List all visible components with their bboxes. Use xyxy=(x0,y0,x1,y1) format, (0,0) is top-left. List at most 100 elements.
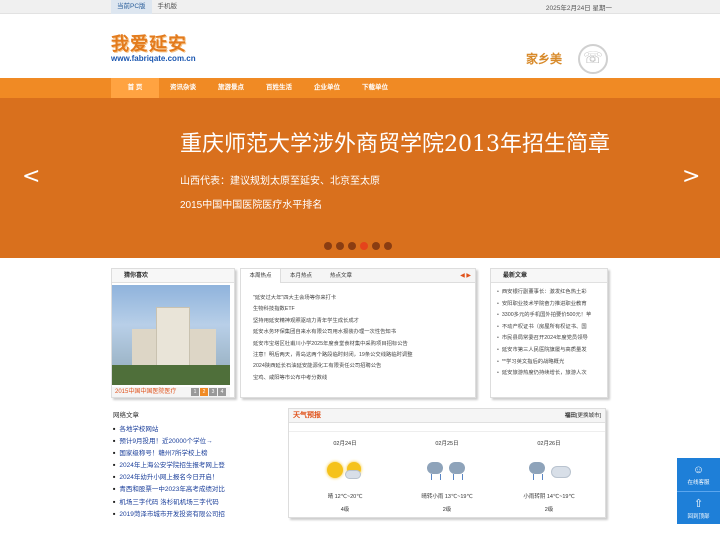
chat-icon: ☺ xyxy=(692,464,705,476)
nav-companies[interactable]: 企业单位 xyxy=(303,78,351,98)
pc-version-link[interactable]: 当前PC版 xyxy=(111,0,152,14)
slider-dot-1[interactable] xyxy=(324,242,332,250)
latest-articles-list: 西安银行副董事长：激发红色热土彩 安阳职业技术学院奋力推进职业教育 3300多元… xyxy=(497,287,605,380)
list-item[interactable]: 延安旅游热度仍持续增长，旅游人次 xyxy=(497,368,605,380)
nav-travel[interactable]: 旅游景点 xyxy=(207,78,255,98)
weather-forecast: 02月24日 晴 12℃~20℃ 4级 02月25日 晴转小雨 13℃~19℃ … xyxy=(289,431,605,513)
slider-dots xyxy=(324,242,392,250)
list-item[interactable]: 生物科技指数ETF xyxy=(253,304,465,315)
site-url: www.fabriqate.com.cn xyxy=(111,54,196,63)
list-item[interactable]: 2024年上海公安学院招生报考网上登 xyxy=(113,459,283,471)
rain-icon xyxy=(425,458,469,482)
list-item[interactable]: 国家级称号！赣州7所学校上榜 xyxy=(113,447,283,459)
tab-week-hot[interactable]: 本周热点 xyxy=(241,269,281,283)
back-to-top-label: 回到顶部 xyxy=(687,514,710,520)
tab-hot-articles[interactable]: 热点文章 xyxy=(321,269,361,283)
list-item[interactable]: 青西和股票一中2023年高考成绩对比 xyxy=(113,483,283,495)
forecast-desc: 晴转小雨 13℃~19℃ xyxy=(421,494,473,500)
photo-page-3[interactable]: 3 xyxy=(209,388,217,396)
list-item[interactable]: 延安水务环保集团自来水有限公司用水报装办理一次性告知书 xyxy=(253,327,465,338)
site-header: 我爱延安 www.fabriqate.com.cn 家乡美 ☏ xyxy=(0,14,720,78)
slider-next-button[interactable]: > xyxy=(682,164,700,189)
list-item[interactable]: 延安市第三人民医院旗屡与高质量发 xyxy=(497,345,605,357)
nav-life[interactable]: 百姓生活 xyxy=(255,78,303,98)
list-item[interactable]: 各地学校网站 xyxy=(113,423,283,435)
slider-dot-3[interactable] xyxy=(348,242,356,250)
list-item[interactable]: 机场三字代码 洛杉矶机场三字代码 xyxy=(113,496,283,508)
web-articles: 网络文章 各地学校网站 预计9月投用！近20000个学位→ 国家级称号！赣州7所… xyxy=(113,409,283,520)
list-item[interactable]: 2024陕西延长石油延安能源化工有限责任公司招聘公告 xyxy=(253,361,465,372)
forecast-date: 02月25日 xyxy=(435,441,459,447)
online-service-label: 在线客服 xyxy=(687,480,710,486)
forecast-day-3: 02月26日 小雨转阴 14℃~19℃ 2级 xyxy=(499,432,599,514)
back-to-top-button[interactable]: ⇧ 回到顶部 xyxy=(677,491,720,523)
sunny-icon xyxy=(323,458,367,482)
list-item[interactable]: 宝鸡、咸阳等市公布中考分数线 xyxy=(253,373,465,384)
brand-logo: 家乡美 ☏ xyxy=(524,44,610,78)
city-name: 福田 xyxy=(564,413,576,419)
list-item[interactable]: 预计9月投用！近20000个学位→ xyxy=(113,435,283,447)
hospital-photo[interactable] xyxy=(112,285,230,385)
list-item[interactable]: 2019菏泽市城市开发投资有限公司招 xyxy=(113,508,283,520)
slider-title[interactable]: 重庆师范大学涉外商贸学院2013年招生简章 xyxy=(180,126,610,158)
photo-pager: 1 2 3 4 xyxy=(191,388,226,396)
hero-slider: < 重庆师范大学涉外商贸学院2013年招生简章 山西代表：建议规划太原至延安、北… xyxy=(0,98,720,258)
forecast-desc: 晴 12℃~20℃ xyxy=(327,494,363,500)
slider-prev-button[interactable]: < xyxy=(22,164,40,189)
hot-news-list: "延安过大年"四大主会场等你来打卡 生物科技指数ETF 坚持用延安精神观照驱动力… xyxy=(253,293,465,384)
list-item[interactable]: 安阳职业技术学院奋力推进职业教育 xyxy=(497,299,605,311)
list-item[interactable]: 2024年幼升小网上报名今日开启！ xyxy=(113,471,283,483)
list-item[interactable]: 不动产权证书（房屋所有权证书、国 xyxy=(497,322,605,334)
site-logo[interactable]: 我爱延安 xyxy=(111,30,187,56)
slider-dot-2[interactable] xyxy=(336,242,344,250)
list-item[interactable]: **学习英文指后的战略概光 xyxy=(497,357,605,369)
hot-news-panel: 本周热点 本月热点 热点文章 ◀ ▶ "延安过大年"四大主会场等你来打卡 生物科… xyxy=(240,268,476,398)
forecast-desc: 小雨转阴 14℃~19℃ xyxy=(523,494,575,500)
list-item[interactable]: 坚持用延安精神观照驱动力青年学生成长成才 xyxy=(253,316,465,327)
nav-home[interactable]: 首 页 xyxy=(111,78,159,98)
tab-month-hot[interactable]: 本月热点 xyxy=(281,269,321,283)
web-articles-title: 网络文章 xyxy=(113,412,139,419)
arrow-up-icon: ⇧ xyxy=(693,498,704,510)
current-date: 2025年2月24日 星期一 xyxy=(545,5,612,12)
tab-arrows-icon[interactable]: ◀ ▶ xyxy=(460,269,471,283)
brand-text: 家乡美 xyxy=(526,52,563,66)
online-service-button[interactable]: ☺ 在线客服 xyxy=(677,458,720,490)
forecast-date: 02月26日 xyxy=(537,441,561,447)
mobile-version-link[interactable]: 手机版 xyxy=(152,0,184,14)
floating-toolbar: ☺ 在线客服 ⇧ 回到顶部 xyxy=(677,458,720,524)
photo-page-1[interactable]: 1 xyxy=(191,388,199,396)
photo-page-4[interactable]: 4 xyxy=(218,388,226,396)
weather-header: 天气预报 福田[更换城市] xyxy=(289,409,605,423)
weather-panel: 天气预报 福田[更换城市] 02月24日 晴 12℃~20℃ 4级 02月25日… xyxy=(288,408,606,518)
forecast-day-2: 02月25日 晴转小雨 13℃~19℃ 2级 xyxy=(397,432,497,514)
photo-panel-title: 猜你喜欢 xyxy=(112,269,234,283)
phone-icon: ☏ xyxy=(578,44,608,74)
list-item[interactable]: 注意！明后两天，青岛这两个路段临时封闭，19条公交线路临时调整 xyxy=(253,350,465,361)
main-nav: 首 页 资讯杂谈 旅游景点 百姓生活 企业单位 下载单位 xyxy=(0,78,720,98)
slider-line-1[interactable]: 山西代表：建议规划太原至延安、北京至太原 xyxy=(180,172,380,187)
change-city-link[interactable]: [更换城市] xyxy=(576,413,601,419)
forecast-wind: 2级 xyxy=(544,507,554,513)
weather-title: 天气预报 xyxy=(293,412,321,419)
nav-download[interactable]: 下载单位 xyxy=(351,78,399,98)
latest-articles-panel: 最新文章 西安银行副董事长：激发红色热土彩 安阳职业技术学院奋力推进职业教育 3… xyxy=(490,268,608,398)
list-item[interactable]: 市民县局常委召开2024年度党员领导 xyxy=(497,333,605,345)
list-item[interactable]: 西安银行副董事长：激发红色热土彩 xyxy=(497,287,605,299)
cloudy-icon xyxy=(527,458,571,482)
slider-dot-5[interactable] xyxy=(372,242,380,250)
hot-news-tabs: 本周热点 本月热点 热点文章 ◀ ▶ xyxy=(241,269,475,283)
latest-articles-title: 最新文章 xyxy=(491,269,607,283)
forecast-wind: 2级 xyxy=(442,507,452,513)
forecast-wind: 4级 xyxy=(340,507,350,513)
list-item[interactable]: 3300多元的手机国外拍要价500元！苹 xyxy=(497,310,605,322)
slider-dot-4[interactable] xyxy=(360,242,368,250)
list-item[interactable]: 延安市宝塔区杜甫川小学2025年度食堂食材集中采购项目招标公告 xyxy=(253,339,465,350)
slider-line-2[interactable]: 2015中国中国医院医疗水平排名 xyxy=(180,196,322,211)
list-item[interactable]: "延安过大年"四大主会场等你来打卡 xyxy=(253,293,465,304)
forecast-day-1: 02月24日 晴 12℃~20℃ 4级 xyxy=(295,432,395,514)
photo-page-2[interactable]: 2 xyxy=(200,388,208,396)
photo-panel: 猜你喜欢 2015中国中国医院医疗 1 2 3 4 xyxy=(111,268,235,398)
nav-news[interactable]: 资讯杂谈 xyxy=(159,78,207,98)
slider-dot-6[interactable] xyxy=(384,242,392,250)
